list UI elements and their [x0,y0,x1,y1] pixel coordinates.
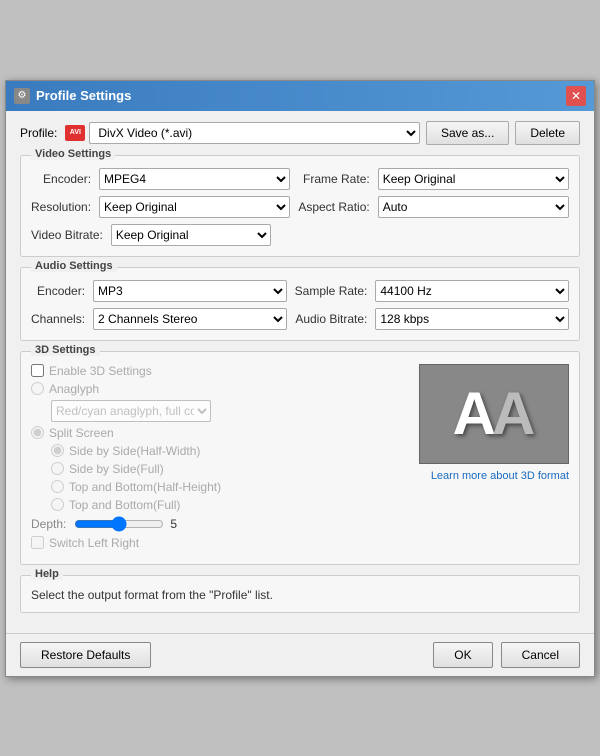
help-section: Help Select the output format from the "… [20,575,580,613]
delete-button[interactable]: Delete [515,121,580,145]
audio-settings-title: Audio Settings [31,260,117,272]
aa-text: A A [453,384,536,444]
audio-bitrate-dropdown[interactable]: 128 kbps [375,308,569,330]
split-screen-radio[interactable] [31,426,44,439]
close-button[interactable]: ✕ [566,86,586,106]
encoder-label: Encoder: [31,172,91,186]
video-settings-grid: Encoder: MPEG4 Frame Rate: Keep Original… [31,168,569,218]
video-bitrate-dropdown[interactable]: Keep Original [111,224,271,246]
video-bitrate-row: Video Bitrate: Keep Original [31,224,569,246]
ok-button[interactable]: OK [433,642,492,668]
help-title: Help [31,568,63,580]
channels-dropdown[interactable]: 2 Channels Stereo [93,308,287,330]
frame-rate-label: Frame Rate: [298,172,369,186]
top-bottom-half-label[interactable]: Top and Bottom(Half-Height) [69,480,221,494]
depth-value: 5 [170,517,177,531]
resolution-dropdown[interactable]: Keep Original [99,196,290,218]
anaglyph-row: Anaglyph [31,382,399,396]
top-bottom-half-row: Top and Bottom(Half-Height) [51,480,399,494]
anaglyph-type-dropdown[interactable]: Red/cyan anaglyph, full color [51,400,211,422]
profile-row: Profile: AVI DivX Video (*.avi) Save as.… [20,121,580,145]
side-by-side-half-radio[interactable] [51,444,64,457]
anaglyph-radio[interactable] [31,382,44,395]
top-bottom-full-radio[interactable] [51,498,64,511]
audio-settings-section: Audio Settings Encoder: MP3 Sample Rate:… [20,267,580,341]
threed-right: A A Learn more about 3D format [409,364,569,554]
resolution-label: Resolution: [31,200,91,214]
footer-right: OK Cancel [433,642,580,668]
enable-3d-checkbox[interactable] [31,364,44,377]
switch-left-right-checkbox[interactable] [31,536,44,549]
split-screen-row: Split Screen [31,426,399,440]
depth-row: Depth: 5 [31,516,399,532]
save-as-button[interactable]: Save as... [426,121,509,145]
side-by-side-half-row: Side by Side(Half-Width) [51,444,399,458]
audio-settings-grid: Encoder: MP3 Sample Rate: 44100 Hz Chann… [31,280,569,330]
dialog-body: Profile: AVI DivX Video (*.avi) Save as.… [6,111,594,633]
top-bottom-full-label[interactable]: Top and Bottom(Full) [69,498,180,512]
sample-rate-dropdown[interactable]: 44100 Hz [375,280,569,302]
title-bar: ⚙ Profile Settings ✕ [6,81,594,111]
aa-left-letter: A [453,384,496,444]
audio-encoder-dropdown[interactable]: MP3 [93,280,287,302]
side-by-side-half-label[interactable]: Side by Side(Half-Width) [69,444,200,458]
split-screen-label[interactable]: Split Screen [49,426,114,440]
profile-dropdown[interactable]: DivX Video (*.avi) [89,122,420,144]
depth-label: Depth: [31,517,66,531]
enable-3d-row: Enable 3D Settings [31,364,399,378]
video-bitrate-label: Video Bitrate: [31,228,103,242]
aa-preview: A A [419,364,569,464]
learn-more-link[interactable]: Learn more about 3D format [431,470,569,482]
profile-settings-dialog: ⚙ Profile Settings ✕ Profile: AVI DivX V… [5,80,595,677]
switch-left-right-row: Switch Left Right [31,536,399,550]
anaglyph-label[interactable]: Anaglyph [49,382,99,396]
sample-rate-label: Sample Rate: [295,284,368,298]
depth-slider[interactable] [74,516,164,532]
aspect-ratio-label: Aspect Ratio: [298,200,369,214]
help-text: Select the output format from the "Profi… [31,588,569,602]
footer-left: Restore Defaults [20,642,433,668]
side-by-side-full-label[interactable]: Side by Side(Full) [69,462,164,476]
switch-left-right-label[interactable]: Switch Left Right [49,536,139,550]
profile-format-icon: AVI [65,125,85,141]
dialog-icon: ⚙ [14,88,30,104]
restore-defaults-button[interactable]: Restore Defaults [20,642,151,668]
footer: Restore Defaults OK Cancel [6,633,594,676]
video-settings-section: Video Settings Encoder: MPEG4 Frame Rate… [20,155,580,257]
audio-bitrate-label: Audio Bitrate: [295,312,368,326]
threed-body: Enable 3D Settings Anaglyph Red/cyan ana… [31,364,569,554]
aa-right-letter: A [492,384,535,444]
audio-encoder-label: Encoder: [31,284,85,298]
threed-settings-section: 3D Settings Enable 3D Settings Anaglyph … [20,351,580,565]
profile-label: Profile: [20,126,57,140]
enable-3d-label[interactable]: Enable 3D Settings [49,364,152,378]
encoder-dropdown[interactable]: MPEG4 [99,168,290,190]
threed-settings-title: 3D Settings [31,344,100,356]
cancel-button[interactable]: Cancel [501,642,580,668]
aspect-ratio-dropdown[interactable]: Auto [378,196,569,218]
top-bottom-full-row: Top and Bottom(Full) [51,498,399,512]
video-settings-title: Video Settings [31,148,115,160]
side-by-side-full-radio[interactable] [51,462,64,475]
top-bottom-half-radio[interactable] [51,480,64,493]
dialog-title: Profile Settings [36,88,566,103]
sub-options: Side by Side(Half-Width) Side by Side(Fu… [51,444,399,512]
side-by-side-full-row: Side by Side(Full) [51,462,399,476]
frame-rate-dropdown[interactable]: Keep Original [378,168,569,190]
profile-select-wrap: AVI DivX Video (*.avi) [65,122,420,144]
threed-left: Enable 3D Settings Anaglyph Red/cyan ana… [31,364,399,554]
channels-label: Channels: [31,312,85,326]
